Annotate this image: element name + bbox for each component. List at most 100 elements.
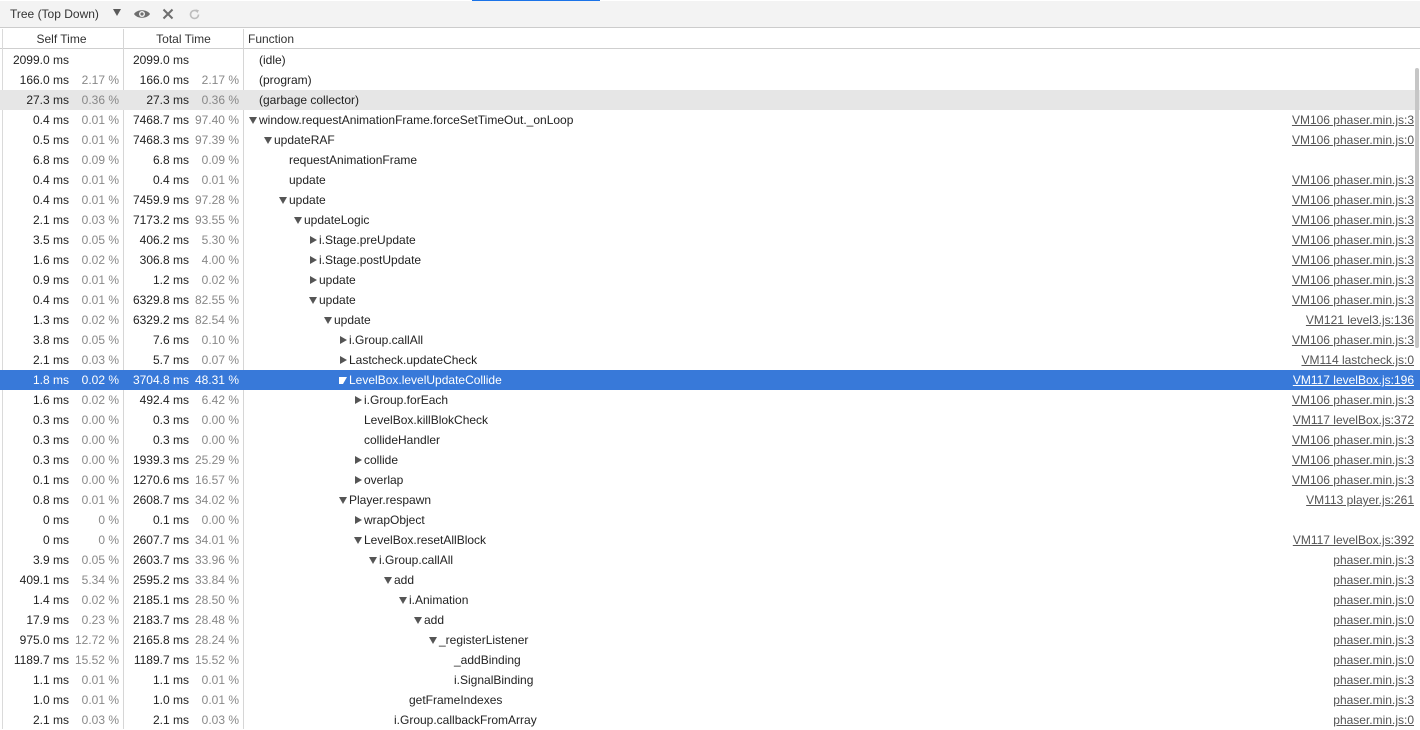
source-link[interactable]: VM106 phaser.min.js:3 bbox=[1292, 230, 1414, 250]
collapsed-triangle-icon[interactable] bbox=[353, 510, 363, 530]
source-link[interactable]: VM106 phaser.min.js:3 bbox=[1292, 170, 1414, 190]
expanded-triangle-icon[interactable] bbox=[293, 210, 303, 230]
source-link[interactable]: VM106 phaser.min.js:3 bbox=[1292, 450, 1414, 470]
function-name: LevelBox.levelUpdateCollide bbox=[349, 373, 502, 387]
source-link[interactable]: phaser.min.js:0 bbox=[1333, 590, 1414, 610]
source-link[interactable]: phaser.min.js:3 bbox=[1333, 670, 1414, 690]
source-link[interactable]: phaser.min.js:3 bbox=[1333, 570, 1414, 590]
focus-selected-button[interactable] bbox=[130, 2, 154, 26]
tree-row[interactable]: 1.4 ms 0.02 % 2185.1 ms 28.50 % i.Animation p… bbox=[0, 590, 1420, 610]
scrollbar-thumb[interactable] bbox=[1415, 68, 1419, 348]
source-link[interactable]: VM106 phaser.min.js:3 bbox=[1292, 270, 1414, 290]
source-link[interactable]: VM117 levelBox.js:392 bbox=[1293, 530, 1414, 550]
source-link[interactable]: VM106 phaser.min.js:3 bbox=[1292, 210, 1414, 230]
tree-row[interactable]: 2.1 ms 0.03 % 5.7 ms 0.07 % Lastcheck.update… bbox=[0, 350, 1420, 370]
tree-row[interactable]: 166.0 ms 2.17 % 166.0 ms 2.17 % (program) bbox=[0, 70, 1420, 90]
collapsed-triangle-icon[interactable] bbox=[308, 270, 318, 290]
tree-row[interactable]: 1.0 ms 0.01 % 1.0 ms 0.01 % getFrameIndexes p… bbox=[0, 690, 1420, 710]
tree-row[interactable]: 409.1 ms 5.34 % 2595.2 ms 33.84 % add phaser.… bbox=[0, 570, 1420, 590]
tree-row[interactable]: 1.8 ms 0.02 % 3704.8 ms 48.31 % LevelBox.lev… bbox=[0, 370, 1420, 390]
collapsed-triangle-icon[interactable] bbox=[353, 450, 363, 470]
expanded-triangle-icon[interactable] bbox=[263, 130, 273, 150]
expanded-triangle-icon[interactable] bbox=[353, 530, 363, 550]
expanded-triangle-icon[interactable] bbox=[338, 370, 348, 390]
tree-row[interactable]: 0.5 ms 0.01 % 7468.3 ms 97.39 % updateRAF VM1… bbox=[0, 130, 1420, 150]
total-time-value: 2595.2 ms bbox=[132, 573, 189, 587]
collapsed-triangle-icon[interactable] bbox=[353, 470, 363, 490]
tree-row[interactable]: 0.3 ms 0.00 % 0.3 ms 0.00 % LevelBox.killBlo… bbox=[0, 410, 1420, 430]
expanded-triangle-icon[interactable] bbox=[248, 110, 258, 130]
source-link[interactable]: VM113 player.js:261 bbox=[1306, 490, 1414, 510]
collapsed-triangle-icon[interactable] bbox=[338, 330, 348, 350]
tree-row[interactable]: 0.4 ms 0.01 % 0.4 ms 0.01 % update VM106 phas… bbox=[0, 170, 1420, 190]
tree-row[interactable]: 17.9 ms 0.23 % 2183.7 ms 28.48 % add phaser.m… bbox=[0, 610, 1420, 630]
tree-row[interactable]: 0.4 ms 0.01 % 7459.9 ms 97.28 % update VM106 … bbox=[0, 190, 1420, 210]
tree-row[interactable]: 2.1 ms 0.03 % 2.1 ms 0.03 % i.Group.callback… bbox=[0, 710, 1420, 730]
collapsed-triangle-icon[interactable] bbox=[353, 390, 363, 410]
tree-row[interactable]: 1.1 ms 0.01 % 1.1 ms 0.01 % i.SignalBinding p… bbox=[0, 670, 1420, 690]
source-link[interactable]: phaser.min.js:3 bbox=[1333, 690, 1414, 710]
self-time-value: 2.1 ms bbox=[32, 713, 69, 727]
source-link[interactable]: phaser.min.js:3 bbox=[1333, 630, 1414, 650]
expanded-triangle-icon[interactable] bbox=[413, 610, 423, 630]
expanded-triangle-icon[interactable] bbox=[428, 630, 438, 650]
total-time-percent: 97.28 % bbox=[194, 193, 239, 207]
expanded-triangle-icon[interactable] bbox=[398, 590, 408, 610]
tree-row[interactable]: 2099.0 ms 2099.0 ms (idle) bbox=[0, 50, 1420, 70]
tree-row[interactable]: 975.0 ms 12.72 % 2165.8 ms 28.24 % _register… bbox=[0, 630, 1420, 650]
exclude-selected-button[interactable] bbox=[156, 2, 180, 26]
source-link[interactable]: phaser.min.js:0 bbox=[1333, 710, 1414, 730]
collapsed-triangle-icon[interactable] bbox=[308, 250, 318, 270]
tree-row[interactable]: 1.6 ms 0.02 % 306.8 ms 4.00 % i.Stage.postUp… bbox=[0, 250, 1420, 270]
tree-row[interactable]: 27.3 ms 0.36 % 27.3 ms 0.36 % (garbage colle… bbox=[0, 90, 1420, 110]
tree-row[interactable]: 0.4 ms 0.01 % 6329.8 ms 82.55 % update VM106 … bbox=[0, 290, 1420, 310]
source-link[interactable]: VM106 phaser.min.js:3 bbox=[1292, 330, 1414, 350]
expanded-triangle-icon[interactable] bbox=[308, 290, 318, 310]
tree-row[interactable]: 1.6 ms 0.02 % 492.4 ms 6.42 % i.Group.forEac… bbox=[0, 390, 1420, 410]
expanded-triangle-icon[interactable] bbox=[323, 310, 333, 330]
view-mode-select[interactable]: Tree (Top Down) bbox=[0, 1, 128, 27]
tree-row[interactable]: 0.1 ms 0.00 % 1270.6 ms 16.57 % overlap VM106… bbox=[0, 470, 1420, 490]
tree-row[interactable]: 3.5 ms 0.05 % 406.2 ms 5.30 % i.Stage.preUpd… bbox=[0, 230, 1420, 250]
column-header-total-time[interactable]: Total Time bbox=[124, 29, 243, 49]
tree-row[interactable]: 3.8 ms 0.05 % 7.6 ms 0.10 % i.Group.callAll V… bbox=[0, 330, 1420, 350]
source-link[interactable]: VM117 levelBox.js:196 bbox=[1293, 370, 1414, 390]
tree-row[interactable]: 0.3 ms 0.00 % 1939.3 ms 25.29 % collide VM106… bbox=[0, 450, 1420, 470]
source-link[interactable]: VM106 phaser.min.js:3 bbox=[1292, 470, 1414, 490]
tree-row[interactable]: 3.9 ms 0.05 % 2603.7 ms 33.96 % i.Group.call… bbox=[0, 550, 1420, 570]
expanded-triangle-icon[interactable] bbox=[383, 570, 393, 590]
source-link[interactable]: VM117 levelBox.js:372 bbox=[1293, 410, 1414, 430]
column-header-self-time[interactable]: Self Time bbox=[0, 29, 123, 49]
tree-row[interactable]: 0.9 ms 0.01 % 1.2 ms 0.02 % update VM106 phas… bbox=[0, 270, 1420, 290]
expanded-triangle-icon[interactable] bbox=[368, 550, 378, 570]
tree-row[interactable]: 2.1 ms 0.03 % 7173.2 ms 93.55 % updateLogic V… bbox=[0, 210, 1420, 230]
expanded-triangle-icon[interactable] bbox=[278, 190, 288, 210]
source-link[interactable]: VM106 phaser.min.js:0 bbox=[1292, 130, 1414, 150]
tree-row[interactable]: 0.3 ms 0.00 % 0.3 ms 0.00 % collideHandler VM… bbox=[0, 430, 1420, 450]
tree-row[interactable]: 1.3 ms 0.02 % 6329.2 ms 82.54 % update VM121 … bbox=[0, 310, 1420, 330]
tree-row[interactable]: 0 ms 0 % 0.1 ms 0.00 % wrapObject bbox=[0, 510, 1420, 530]
expanded-triangle-icon[interactable] bbox=[338, 490, 348, 510]
column-header-function[interactable]: Function bbox=[248, 29, 294, 49]
source-link[interactable]: phaser.min.js:0 bbox=[1333, 610, 1414, 630]
self-time-percent: 0.00 % bbox=[81, 453, 119, 467]
source-link[interactable]: phaser.min.js:0 bbox=[1333, 650, 1414, 670]
tree-row[interactable]: 6.8 ms 0.09 % 6.8 ms 0.09 % requestAnimation… bbox=[0, 150, 1420, 170]
restore-all-button[interactable] bbox=[182, 2, 206, 26]
tree-row[interactable]: 0.8 ms 0.01 % 2608.7 ms 34.02 % Player.respa… bbox=[0, 490, 1420, 510]
source-link[interactable]: VM121 level3.js:136 bbox=[1306, 310, 1414, 330]
source-link[interactable]: VM106 phaser.min.js:3 bbox=[1292, 190, 1414, 210]
source-link[interactable]: VM106 phaser.min.js:3 bbox=[1292, 110, 1414, 130]
source-link[interactable]: VM114 lastcheck.js:0 bbox=[1302, 350, 1415, 370]
tree-row[interactable]: 1189.7 ms 15.52 % 1189.7 ms 15.52 % _addBind… bbox=[0, 650, 1420, 670]
source-link[interactable]: phaser.min.js:3 bbox=[1333, 550, 1414, 570]
source-link[interactable]: VM106 phaser.min.js:3 bbox=[1292, 390, 1414, 410]
tree-row[interactable]: 0 ms 0 % 2607.7 ms 34.01 % LevelBox.resetAll… bbox=[0, 530, 1420, 550]
collapsed-triangle-icon[interactable] bbox=[308, 230, 318, 250]
source-link[interactable]: VM106 phaser.min.js:3 bbox=[1292, 250, 1414, 270]
collapsed-triangle-icon[interactable] bbox=[338, 350, 348, 370]
function-cell: i.SignalBinding bbox=[454, 670, 533, 690]
tree-row[interactable]: 0.4 ms 0.01 % 7468.7 ms 97.40 % window.reque… bbox=[0, 110, 1420, 130]
source-link[interactable]: VM106 phaser.min.js:3 bbox=[1292, 430, 1414, 450]
source-link[interactable]: VM106 phaser.min.js:3 bbox=[1292, 290, 1414, 310]
